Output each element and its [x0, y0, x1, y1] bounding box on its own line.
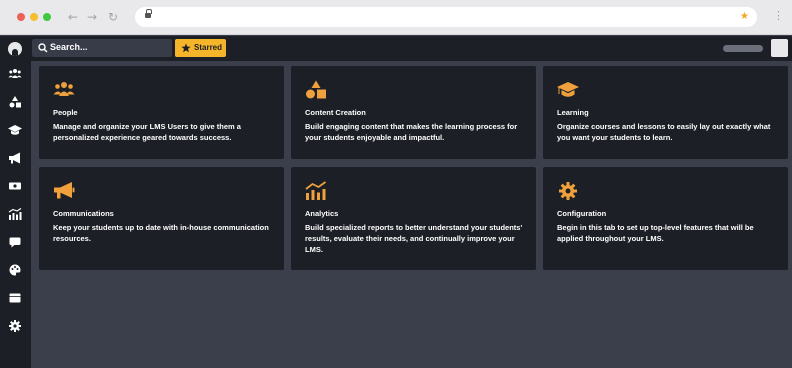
window-icon	[9, 293, 21, 303]
search-input[interactable]: Search...	[32, 39, 172, 57]
star-icon	[181, 43, 191, 53]
card-title: Configuration	[557, 209, 607, 218]
analytics-icon	[305, 181, 327, 200]
sidebar-item-content[interactable]	[8, 95, 22, 109]
sidebar-item-analytics[interactable]	[8, 207, 22, 221]
reload-icon[interactable]: ↻	[108, 9, 118, 25]
logo-icon[interactable]	[8, 42, 22, 56]
card-learning[interactable]: Learning Organize courses and lessons to…	[543, 66, 788, 159]
palette-icon	[9, 264, 21, 276]
megaphone-icon	[9, 152, 20, 164]
card-title: Analytics	[305, 209, 339, 218]
analytics-icon	[8, 207, 22, 220]
sidebar-item-people[interactable]	[8, 67, 22, 81]
shapes-icon	[306, 80, 326, 99]
sidebar-item-themes[interactable]	[8, 263, 22, 277]
shapes-icon	[9, 96, 21, 108]
top-bar: Search... Starred	[31, 36, 792, 61]
comment-icon	[9, 237, 21, 248]
close-window-button[interactable]	[17, 13, 25, 21]
sidebar-item-messages[interactable]	[8, 235, 22, 249]
card-description: Organize courses and lessons to easily l…	[557, 122, 771, 142]
sidebar-item-learning[interactable]	[8, 123, 22, 137]
card-title: Learning	[557, 108, 589, 117]
sidebar-item-pages[interactable]	[8, 291, 22, 305]
minimize-window-button[interactable]	[30, 13, 38, 21]
card-description: Keep your students up to date with in-ho…	[53, 223, 269, 243]
card-people[interactable]: People Manage and organize your LMS User…	[39, 66, 284, 159]
browser-chrome: ← → ↻ ★ ⋮	[0, 0, 792, 35]
card-communications[interactable]: Communications Keep your students up to …	[39, 167, 284, 270]
sidebar-item-communications[interactable]	[8, 151, 22, 165]
card-description: Begin in this tab to set up top-level fe…	[557, 223, 754, 243]
sidebar-item-tickets[interactable]	[8, 179, 22, 193]
search-placeholder: Search...	[50, 42, 88, 52]
megaphone-icon	[54, 182, 75, 199]
sidebar-item-settings[interactable]	[8, 319, 22, 333]
address-bar[interactable]: ★	[135, 7, 757, 27]
sidebar	[0, 36, 31, 368]
graduation-cap-icon	[8, 125, 22, 135]
card-content-creation[interactable]: Content Creation Build engaging content …	[291, 66, 536, 159]
user-name[interactable]	[723, 45, 763, 52]
browser-menu-icon[interactable]: ⋮	[773, 9, 784, 22]
starred-button[interactable]: Starred	[175, 39, 226, 57]
gear-icon	[9, 320, 21, 332]
card-configuration[interactable]: Configuration Begin in this tab to set u…	[543, 167, 788, 270]
card-description: Build engaging content that makes the le…	[305, 122, 518, 142]
card-title: Communications	[53, 209, 114, 218]
starred-label: Starred	[194, 43, 223, 52]
forward-icon[interactable]: →	[87, 9, 97, 25]
graduation-cap-icon	[557, 82, 579, 97]
users-icon	[53, 82, 75, 96]
card-title: People	[53, 108, 78, 117]
maximize-window-button[interactable]	[43, 13, 51, 21]
gear-icon	[559, 182, 577, 200]
bookmark-star-icon[interactable]: ★	[740, 9, 749, 25]
lock-icon	[145, 9, 152, 19]
avatar[interactable]	[771, 39, 788, 57]
search-icon	[38, 43, 48, 53]
users-icon	[8, 69, 22, 78]
card-description: Manage and organize your LMS Users to gi…	[53, 122, 241, 142]
back-icon[interactable]: ←	[68, 9, 78, 25]
card-description: Build specialized reports to better unde…	[305, 223, 523, 254]
card-title: Content Creation	[305, 108, 366, 117]
card-analytics[interactable]: Analytics Build specialized reports to b…	[291, 167, 536, 270]
ticket-icon	[9, 182, 21, 190]
